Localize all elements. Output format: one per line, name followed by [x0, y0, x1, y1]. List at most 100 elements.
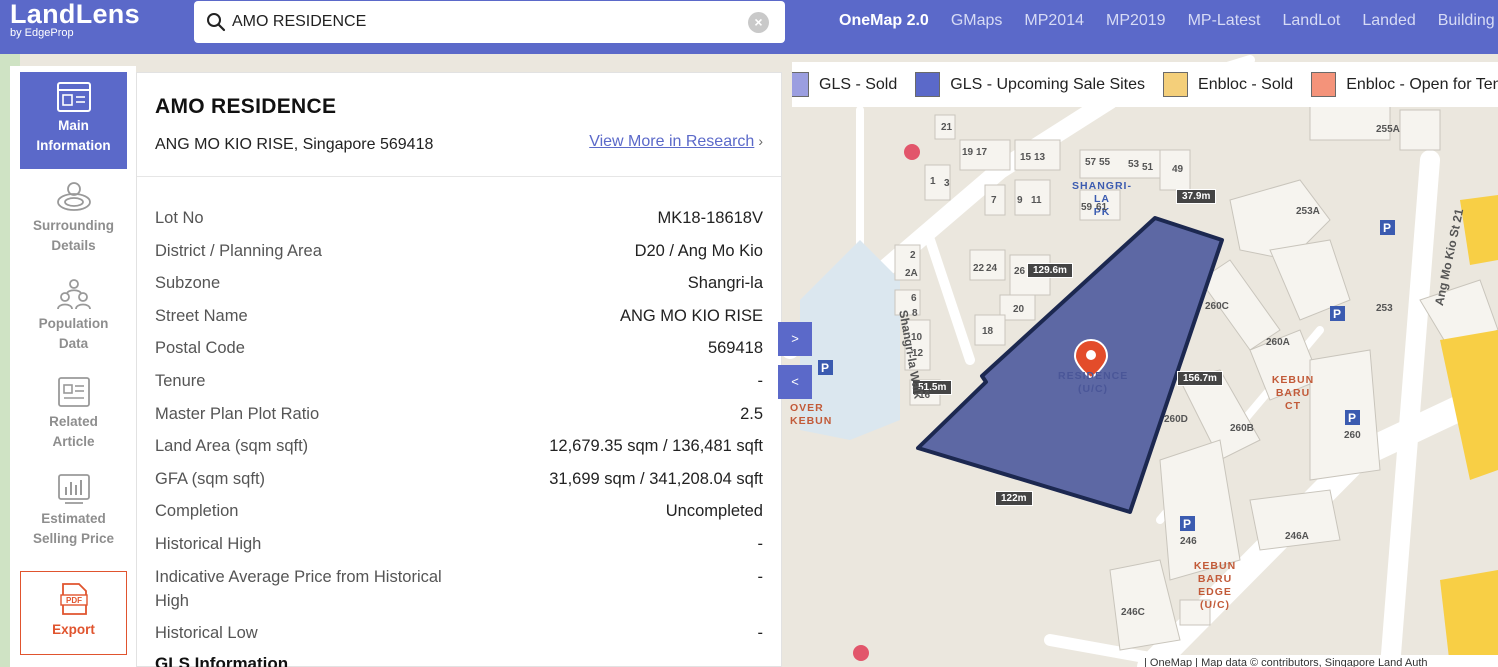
detail-value: Uncompleted	[665, 502, 763, 521]
block-number: 260C	[1205, 301, 1229, 312]
detail-key: Tenure	[155, 371, 206, 390]
block-number: 260	[1344, 430, 1361, 441]
legend-label: GLS - Upcoming Sale Sites	[950, 75, 1146, 93]
distance-label: 129.6m	[1027, 263, 1073, 278]
detail-key: Master Plan Plot Ratio	[155, 404, 320, 423]
legend-swatch	[1311, 72, 1337, 97]
detail-row: Indicative Average Price from Historical…	[155, 561, 763, 618]
block-number: 3	[944, 178, 950, 189]
detail-value: D20 / Ang Mo Kio	[634, 241, 763, 260]
brand-logo[interactable]: LandLens by EdgeProp	[10, 0, 140, 39]
property-title: AMO RESIDENCE	[155, 95, 337, 118]
tab-landlot[interactable]: LandLot	[1272, 0, 1352, 54]
nav-population-data[interactable]: Population Data	[20, 276, 127, 368]
nav-surrounding-details[interactable]: Surrounding Details	[20, 178, 127, 270]
tab-mp2014[interactable]: MP2014	[1013, 0, 1095, 54]
detail-key: Land Area (sqm sqft)	[155, 437, 309, 456]
tab-mp-latest[interactable]: MP-Latest	[1177, 0, 1272, 54]
detail-key: GFA (sqm sqft)	[155, 469, 266, 488]
detail-value: 31,699 sqm / 341,208.04 sqft	[549, 469, 763, 488]
block-number: 8	[912, 308, 918, 319]
block-number: 1	[930, 176, 936, 187]
nav-label: Data	[58, 336, 89, 351]
location-rings-icon	[56, 182, 91, 211]
detail-value: -	[757, 567, 764, 586]
block-number: 11	[1031, 195, 1042, 206]
detail-key: Completion	[155, 502, 239, 521]
svg-text:P: P	[1333, 307, 1341, 321]
expand-panel-button[interactable]: >	[778, 322, 812, 356]
svg-text:PDF: PDF	[66, 596, 82, 605]
legend-item: GLS - Sold	[792, 72, 897, 97]
nav-main-information[interactable]: Main Information	[20, 72, 127, 169]
nav-label: Article	[52, 434, 95, 449]
block-number: 17	[976, 147, 988, 158]
tab-gmaps[interactable]: GMaps	[940, 0, 1014, 54]
block-number: 255A	[1376, 124, 1400, 135]
tab-onemap[interactable]: OneMap 2.0	[828, 0, 940, 58]
place-label: SHANGRI-LA PK	[1072, 180, 1132, 218]
search-input[interactable]	[232, 13, 732, 31]
detail-value: 12,679.35 sqm / 136,481 sqft	[549, 437, 763, 456]
detail-value: -	[757, 624, 764, 643]
block-number: 253	[1376, 303, 1393, 314]
collapse-panel-button[interactable]: <	[778, 365, 812, 399]
panel-header: AMO RESIDENCE ANG MO KIO RISE, Singapore…	[137, 73, 781, 177]
block-number: 20	[1013, 304, 1025, 315]
legend-swatch	[915, 72, 941, 97]
block-number: 246A	[1285, 531, 1309, 542]
nav-label: Main	[58, 118, 89, 133]
export-button[interactable]: PDF Export	[20, 571, 127, 655]
legend-label: Enbloc - Sold	[1198, 75, 1294, 93]
detail-row: District / Planning Area D20 / Ang Mo Kio	[155, 235, 763, 268]
detail-row: Lot No MK18-18618V	[155, 202, 763, 235]
legend-item: GLS - Upcoming Sale Sites	[915, 72, 1145, 97]
nav-related-article[interactable]: Related Article	[20, 374, 127, 466]
detail-row: Completion Uncompleted	[155, 495, 763, 528]
block-number: 22	[973, 263, 985, 274]
tab-building[interactable]: Building	[1427, 0, 1498, 54]
legend-item: Enbloc - Sold	[1163, 72, 1293, 97]
svg-text:P: P	[1383, 221, 1391, 235]
export-label: Export	[52, 622, 95, 637]
block-number: 12	[912, 348, 924, 359]
detail-value: -	[757, 371, 764, 390]
clear-search-icon[interactable]: ×	[748, 12, 769, 33]
nav-label: Selling Price	[32, 531, 115, 546]
detail-value: Shangri-la	[687, 274, 763, 293]
block-number: 253A	[1296, 206, 1320, 217]
svg-text:P: P	[1183, 517, 1191, 531]
block-number: 246C	[1121, 607, 1145, 618]
block-number: 246	[1180, 536, 1197, 547]
detail-row: Land Area (sqm sqft) 12,679.35 sqm / 136,…	[155, 430, 763, 463]
detail-key: Lot No	[155, 209, 204, 227]
view-more-label: View More in Research	[589, 133, 755, 150]
block-number: 7	[991, 195, 997, 206]
block-number: 49	[1172, 164, 1184, 175]
legend-item: Enbloc - Open for Tender	[1311, 72, 1498, 97]
nav-label: Estimated	[41, 511, 106, 526]
map-legend: GLS - Sold GLS - Upcoming Sale Sites Enb…	[792, 62, 1498, 107]
block-number: 53	[1128, 159, 1140, 170]
map-layer-tabs: OneMap 2.0 GMaps MP2014 MP2019 MP-Latest…	[828, 0, 1498, 58]
place-label: KEBUN BARU EDGE (U/C)	[1193, 560, 1237, 611]
view-more-research-link[interactable]: View More in Research ›	[589, 133, 763, 151]
detail-key: Historical Low	[155, 624, 258, 643]
tab-mp2019[interactable]: MP2019	[1095, 0, 1177, 54]
detail-row: Master Plan Plot Ratio 2.5	[155, 398, 763, 431]
people-group-icon	[56, 279, 91, 310]
detail-key: Historical High	[155, 534, 262, 553]
tab-landed[interactable]: Landed	[1351, 0, 1426, 54]
detail-value: ANG MO KIO RISE	[619, 306, 763, 325]
block-number: 260B	[1230, 423, 1254, 434]
block-number: 51	[1142, 162, 1154, 173]
block-number: 19	[962, 147, 974, 158]
legend-label: Enbloc - Open for Tender	[1346, 75, 1498, 93]
nav-label: Surrounding	[33, 218, 114, 233]
nav-estimated-selling-price[interactable]: Estimated Selling Price	[20, 471, 127, 563]
map-attribution: | OneMap | Map data © contributors, Sing…	[1138, 655, 1498, 667]
place-label: OVER KEBUN	[790, 402, 833, 427]
search-box: ×	[194, 1, 785, 43]
detail-row: Historical Low -	[155, 617, 763, 650]
detail-key: Street Name	[155, 306, 248, 325]
